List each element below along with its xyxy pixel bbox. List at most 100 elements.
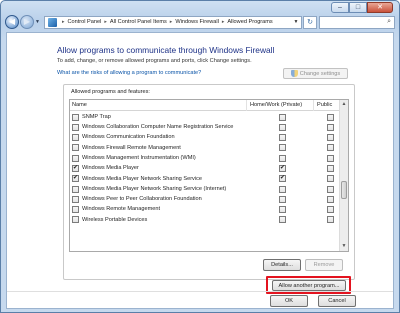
list-item[interactable]: Windows Peer to Peer Collaboration Found… bbox=[70, 194, 342, 204]
column-header-name[interactable]: Name bbox=[72, 102, 87, 108]
breadcrumb-windows-firewall[interactable]: Windows Firewall bbox=[175, 19, 219, 25]
column-header-public[interactable]: Public bbox=[317, 102, 332, 108]
program-name: Windows Communication Foundation bbox=[82, 134, 175, 141]
program-enabled-checkbox[interactable] bbox=[72, 154, 79, 162]
public-checkbox[interactable] bbox=[327, 164, 334, 172]
cancel-button[interactable]: Cancel bbox=[318, 295, 356, 307]
program-enabled-checkbox[interactable] bbox=[72, 134, 79, 142]
public-checkbox[interactable] bbox=[327, 206, 334, 214]
back-button[interactable]: ◀ bbox=[5, 15, 19, 29]
public-checkbox[interactable] bbox=[327, 175, 334, 183]
recent-pages-dropdown[interactable]: ▼ bbox=[35, 19, 40, 25]
column-header-home-work[interactable]: Home/Work (Private) bbox=[250, 102, 302, 108]
public-checkbox[interactable] bbox=[327, 195, 334, 203]
list-item[interactable]: ✔ Windows Media Player ✔ bbox=[70, 163, 342, 173]
list-scrollbar[interactable]: ▲ ▼ bbox=[339, 100, 348, 251]
home-work-checkbox[interactable] bbox=[279, 195, 286, 203]
search-icon: ⌕ bbox=[387, 18, 391, 25]
home-work-checkbox[interactable] bbox=[279, 216, 286, 224]
program-enabled-checkbox[interactable]: ✔ bbox=[72, 175, 79, 183]
program-name: Windows Collaboration Computer Name Regi… bbox=[82, 124, 234, 131]
list-item[interactable]: Wireless Portable Devices bbox=[70, 215, 342, 225]
window-caption-buttons: – □ ✕ bbox=[331, 2, 393, 13]
home-work-checkbox[interactable]: ✔ bbox=[279, 175, 286, 183]
breadcrumb-allowed-programs[interactable]: Allowed Programs bbox=[227, 19, 272, 25]
column-divider[interactable] bbox=[246, 100, 247, 111]
refresh-icon[interactable]: ↻ bbox=[303, 15, 317, 29]
public-checkbox[interactable] bbox=[327, 154, 334, 162]
list-item[interactable]: Windows Management Instrumentation (WMI) bbox=[70, 153, 342, 163]
public-checkbox[interactable] bbox=[327, 185, 334, 193]
list-item[interactable]: SNMP Trap bbox=[70, 112, 342, 122]
home-work-checkbox[interactable] bbox=[279, 144, 286, 152]
scroll-thumb[interactable] bbox=[341, 181, 347, 199]
breadcrumb-separator[interactable]: ▸ bbox=[104, 19, 107, 25]
breadcrumb-separator[interactable]: ▸ bbox=[62, 19, 65, 25]
footer-divider bbox=[7, 291, 393, 292]
program-enabled-checkbox[interactable] bbox=[72, 185, 79, 193]
public-checkbox[interactable] bbox=[327, 113, 334, 121]
details-button[interactable]: Details... bbox=[263, 259, 301, 271]
list-item[interactable]: Windows Firewall Remote Management bbox=[70, 143, 342, 153]
control-panel-icon bbox=[47, 17, 57, 27]
remove-button[interactable]: Remove bbox=[305, 259, 343, 271]
home-work-checkbox[interactable] bbox=[279, 134, 286, 142]
minimize-button[interactable]: – bbox=[331, 2, 349, 13]
page-title: Allow programs to communicate through Wi… bbox=[57, 45, 275, 55]
close-button[interactable]: ✕ bbox=[367, 2, 393, 13]
program-rows: SNMP Trap Windows Collaboration Computer … bbox=[70, 112, 342, 225]
navigation-bar: ◀ ▶ ▼ ▸ Control Panel ▸ All Control Pane… bbox=[5, 14, 395, 30]
program-enabled-checkbox[interactable]: ✔ bbox=[72, 164, 79, 172]
program-enabled-checkbox[interactable] bbox=[72, 144, 79, 152]
list-item[interactable]: ✔ Windows Media Player Network Sharing Se… bbox=[70, 174, 342, 184]
breadcrumb-separator[interactable]: ▸ bbox=[170, 19, 173, 25]
home-work-checkbox[interactable]: ✔ bbox=[279, 164, 286, 172]
forward-button[interactable]: ▶ bbox=[20, 15, 34, 29]
program-name: Windows Media Player Network Sharing Ser… bbox=[82, 175, 203, 182]
public-checkbox[interactable] bbox=[327, 134, 334, 142]
address-dropdown[interactable]: ▼ bbox=[291, 19, 301, 25]
scroll-down-button[interactable]: ▼ bbox=[340, 242, 348, 251]
allowed-programs-label: Allowed programs and features: bbox=[71, 89, 150, 95]
list-item[interactable]: Windows Communication Foundation bbox=[70, 133, 342, 143]
address-bar[interactable]: ▸ Control Panel ▸ All Control Panel Item… bbox=[43, 15, 302, 29]
program-enabled-checkbox[interactable] bbox=[72, 195, 79, 203]
program-enabled-checkbox[interactable] bbox=[72, 123, 79, 131]
maximize-button[interactable]: □ bbox=[349, 2, 367, 13]
firewall-window: – □ ✕ ◀ ▶ ▼ ▸ Control Panel ▸ All Contro… bbox=[0, 0, 400, 313]
list-header: Name Home/Work (Private) Public bbox=[70, 100, 342, 111]
program-name: Windows Firewall Remote Management bbox=[82, 144, 181, 151]
risks-link[interactable]: What are the risks of allowing a program… bbox=[57, 70, 201, 76]
program-name: Wireless Portable Devices bbox=[82, 216, 148, 223]
program-name: Windows Remote Management bbox=[82, 206, 161, 213]
list-item[interactable]: Windows Remote Management bbox=[70, 205, 342, 215]
home-work-checkbox[interactable] bbox=[279, 185, 286, 193]
home-work-checkbox[interactable] bbox=[279, 154, 286, 162]
home-work-checkbox[interactable] bbox=[279, 206, 286, 214]
home-work-checkbox[interactable] bbox=[279, 113, 286, 121]
change-settings-button[interactable]: Change settings bbox=[283, 68, 348, 79]
program-enabled-checkbox[interactable] bbox=[72, 113, 79, 121]
column-divider[interactable] bbox=[313, 100, 314, 111]
breadcrumb-control-panel[interactable]: Control Panel bbox=[67, 19, 101, 25]
breadcrumb-separator[interactable]: ▸ bbox=[222, 19, 225, 25]
list-item[interactable]: Windows Media Player Network Sharing Ser… bbox=[70, 184, 342, 194]
program-name: Windows Peer to Peer Collaboration Found… bbox=[82, 196, 202, 203]
home-work-checkbox[interactable] bbox=[279, 123, 286, 131]
list-item[interactable]: Windows Collaboration Computer Name Regi… bbox=[70, 122, 342, 132]
program-enabled-checkbox[interactable] bbox=[72, 216, 79, 224]
change-settings-label: Change settings bbox=[299, 70, 341, 77]
allow-another-program-button[interactable]: Allow another program... bbox=[272, 280, 346, 291]
public-checkbox[interactable] bbox=[327, 216, 334, 224]
program-enabled-checkbox[interactable] bbox=[72, 206, 79, 214]
search-input[interactable]: ⌕ bbox=[319, 15, 395, 29]
public-checkbox[interactable] bbox=[327, 144, 334, 152]
breadcrumb-all-items[interactable]: All Control Panel Items bbox=[110, 19, 167, 25]
program-name: Windows Media Player bbox=[82, 165, 139, 172]
program-name: Windows Management Instrumentation (WMI) bbox=[82, 154, 196, 161]
shield-icon bbox=[290, 70, 298, 77]
allowed-programs-list[interactable]: Name Home/Work (Private) Public SNMP Tra… bbox=[69, 99, 349, 252]
ok-button[interactable]: OK bbox=[270, 295, 308, 307]
scroll-up-button[interactable]: ▲ bbox=[340, 100, 348, 109]
public-checkbox[interactable] bbox=[327, 123, 334, 131]
